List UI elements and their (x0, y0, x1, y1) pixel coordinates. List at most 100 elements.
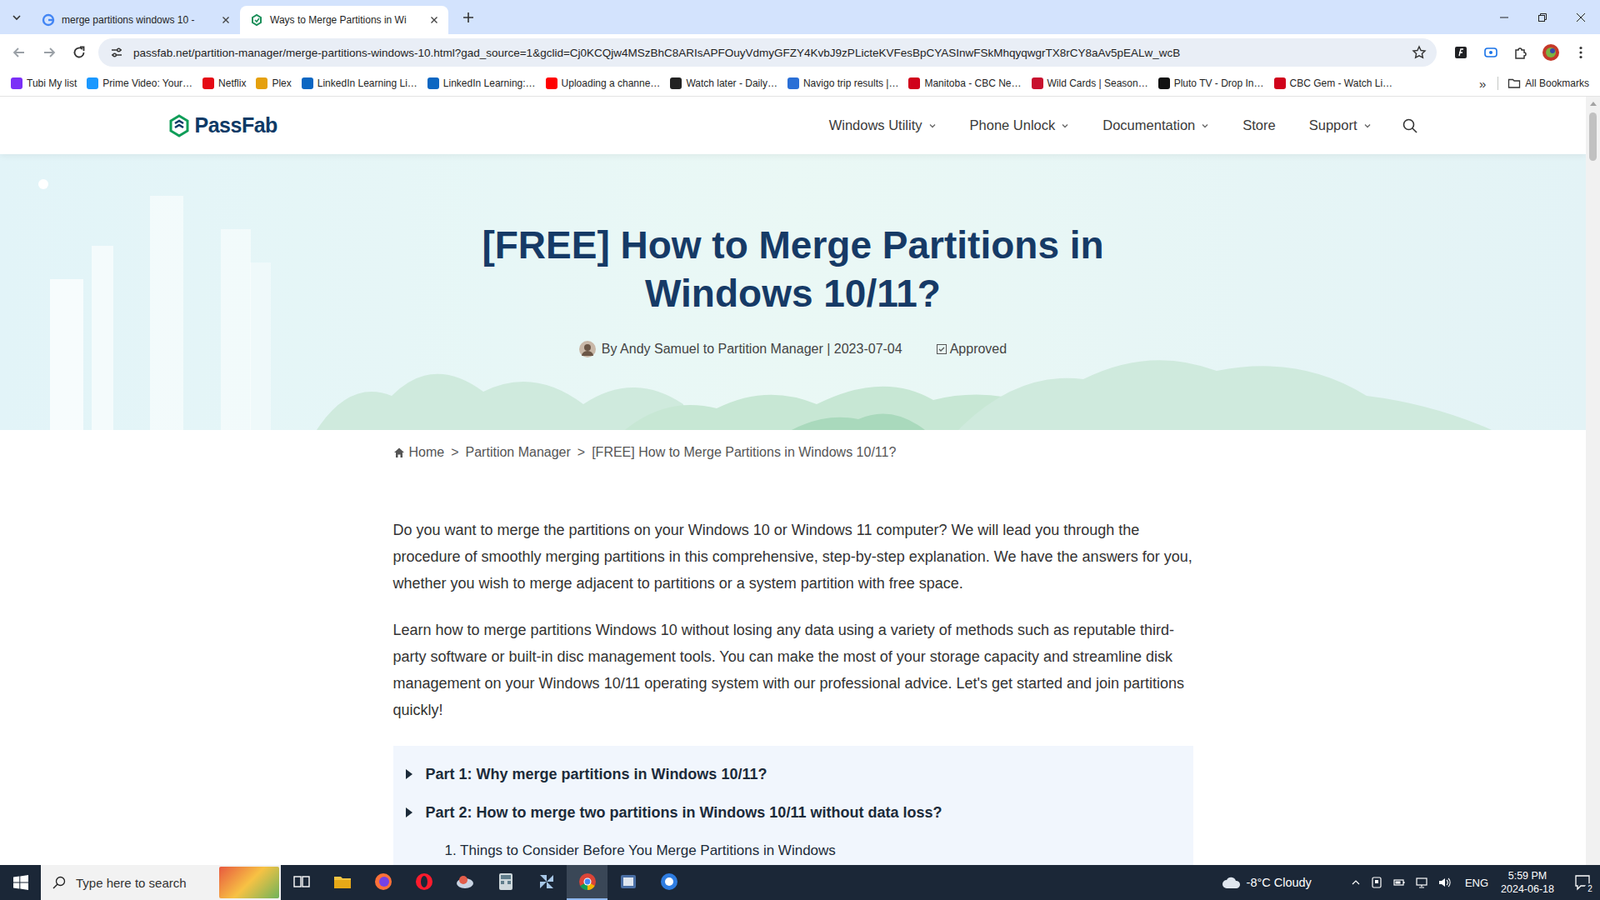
star-icon[interactable] (1411, 45, 1427, 60)
close-icon[interactable] (220, 14, 232, 26)
taskbar-app[interactable] (403, 865, 445, 900)
taskbar-app[interactable] (566, 865, 608, 900)
taskbar-app[interactable] (485, 865, 526, 900)
article-paragraph: Learn how to merge partitions Windows 10… (393, 616, 1194, 724)
bookmark-label: CBC Gem - Watch Li… (1290, 77, 1394, 90)
minimize-button[interactable] (1485, 0, 1524, 35)
bookmark-label: All Bookmarks (1525, 77, 1590, 90)
browser-tab[interactable]: Ways to Merge Partitions in Wi (240, 5, 449, 35)
close-icon (1575, 12, 1586, 23)
address-bar[interactable]: passfab.net/partition-manager/merge-part… (98, 38, 1437, 67)
extension-button[interactable] (1446, 38, 1475, 67)
bookmark[interactable]: Tubi My list (6, 72, 81, 95)
nav-item[interactable]: Documentation (1102, 117, 1210, 134)
bookmark[interactable]: Plex (251, 72, 295, 95)
web-page: PassFab Windows Utility Phone Unlock Docume… (0, 96, 1600, 865)
bookmark[interactable]: LinkedIn Learning Li… (297, 72, 422, 95)
taskbar-app[interactable] (648, 865, 690, 900)
bookmark-label: LinkedIn Learning Li… (317, 77, 418, 90)
calc-icon (495, 871, 516, 892)
breadcrumb-item[interactable]: [FREE] How to Merge Partitions in Window… (591, 444, 896, 461)
profile-icon (1541, 43, 1560, 62)
close-window-button[interactable] (1561, 0, 1600, 35)
logo-text: PassFab (195, 113, 278, 138)
bookmark-favicon-icon (10, 77, 23, 90)
browser-tab[interactable]: merge partitions windows 10 - (31, 5, 240, 35)
search-highlight-image (219, 866, 280, 899)
network-icon[interactable] (1415, 875, 1429, 890)
bookmark[interactable]: Uploading a channe… (541, 72, 665, 95)
reload-icon (71, 45, 87, 60)
bookmark[interactable]: Prime Video: Your… (82, 72, 197, 95)
bookmark-favicon-icon (301, 77, 314, 90)
clock[interactable]: 5:59 PM2024-06-18 (1497, 869, 1558, 896)
bookmark[interactable]: Wild Cards | Season… (1027, 72, 1153, 95)
toc-label: 1. Things to Consider Before You Merge P… (445, 840, 836, 861)
table-of-contents: Part 1: Why merge partitions in Windows … (393, 745, 1194, 865)
taskbar-app[interactable] (362, 865, 404, 900)
byline-text: By Andy Samuel to Partition Manager | 20… (601, 341, 903, 357)
bookmark[interactable]: Manitoba - CBC Ne… (904, 72, 1025, 95)
breadcrumb-label: Partition Manager (465, 444, 571, 461)
volume-icon[interactable] (1437, 875, 1451, 890)
bookmark-label: LinkedIn Learning:… (443, 77, 536, 90)
all-bookmarks-button[interactable]: All Bookmarks (1503, 72, 1594, 95)
reload-button[interactable] (65, 38, 94, 67)
site-settings-icon[interactable] (110, 45, 124, 60)
back-button[interactable] (5, 38, 34, 67)
taskbar-app[interactable] (607, 865, 649, 900)
scrollbar[interactable] (1585, 96, 1600, 865)
close-icon[interactable] (428, 14, 440, 26)
toc-item[interactable]: 1. Things to Consider Before You Merge P… (405, 840, 1182, 861)
meet-now-icon[interactable] (1370, 875, 1384, 890)
nav-item[interactable]: Support (1309, 117, 1372, 134)
bookmark[interactable]: Navigo trip results |… (783, 72, 904, 95)
power-icon[interactable] (1392, 875, 1406, 890)
start-button[interactable] (0, 865, 41, 900)
bookmark-favicon-icon (86, 77, 99, 90)
arrow-right-icon (41, 45, 57, 60)
weather-widget[interactable]: -8°C Cloudy (1221, 875, 1312, 890)
bookmarks-bar: Tubi My listPrime Video: Your…NetflixPle… (0, 70, 1600, 97)
toc-item[interactable]: Part 1: Why merge partitions in Windows … (405, 764, 1182, 785)
bookmark-label: Wild Cards | Season… (1047, 77, 1149, 90)
bookmark[interactable]: Watch later - Daily… (665, 72, 782, 95)
taskbar-app[interactable] (321, 865, 363, 900)
profile-button[interactable] (1536, 38, 1565, 67)
taskbar-app[interactable] (280, 865, 322, 900)
extension-button[interactable] (1476, 38, 1505, 67)
taskbar-app[interactable] (444, 865, 485, 900)
nav-item[interactable]: Windows Utility (829, 117, 937, 134)
notification-button[interactable]: 2 (1566, 865, 1600, 900)
scroll-up-icon[interactable] (1590, 101, 1597, 106)
passfab-favicon-icon (250, 13, 264, 27)
extensions-button[interactable] (1506, 38, 1535, 67)
chevron-up-icon[interactable] (1350, 877, 1361, 888)
bookmark-favicon-icon (1274, 77, 1286, 90)
more-bookmarks-button[interactable]: » (1472, 76, 1493, 91)
bookmark[interactable]: CBC Gem - Watch Li… (1270, 72, 1398, 95)
chevron-down-icon (928, 121, 937, 130)
nav-label: Store (1242, 117, 1275, 134)
restore-button[interactable] (1523, 0, 1562, 35)
bookmark-favicon-icon (1031, 77, 1044, 90)
taskbar-search[interactable]: Type here to search (40, 865, 281, 900)
bookmark[interactable]: Netflix (198, 72, 250, 95)
nav-item[interactable]: Store (1242, 117, 1275, 134)
site-logo[interactable]: PassFab (168, 113, 278, 138)
search-icon[interactable] (1401, 117, 1419, 135)
input-language[interactable]: ENG (1465, 876, 1489, 890)
forward-button[interactable] (35, 38, 64, 67)
breadcrumb-item[interactable]: Home (393, 444, 445, 461)
toc-item[interactable]: Part 2: How to merge two partitions in W… (405, 802, 1182, 823)
checkbox-icon (936, 344, 947, 355)
menu-button[interactable] (1566, 38, 1595, 67)
new-tab-button[interactable] (456, 5, 480, 30)
breadcrumb-item[interactable]: Partition Manager (465, 444, 571, 461)
taskbar-app[interactable] (525, 865, 567, 900)
scrollbar-thumb[interactable] (1589, 112, 1597, 161)
nav-item[interactable]: Phone Unlock (970, 117, 1070, 134)
tab-search-button[interactable] (5, 5, 29, 30)
bookmark[interactable]: LinkedIn Learning:… (423, 72, 540, 95)
bookmark[interactable]: Pluto TV - Drop In… (1154, 72, 1269, 95)
